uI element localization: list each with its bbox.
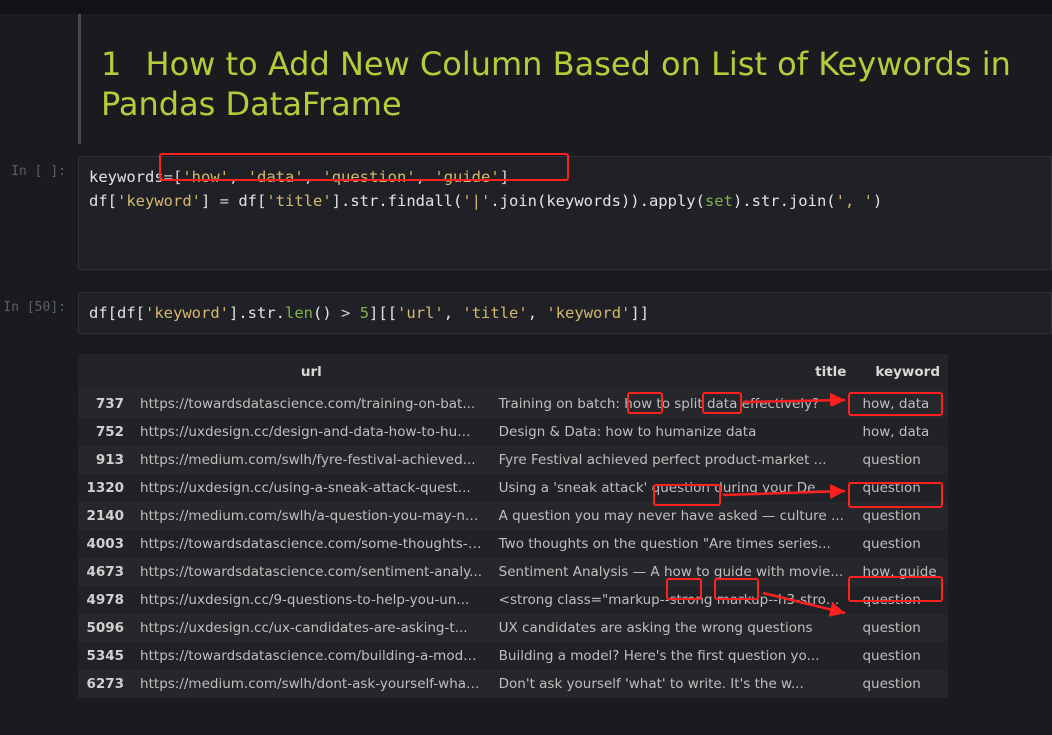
- cell-keyword: how, guide: [854, 558, 948, 586]
- token: ,: [416, 168, 435, 186]
- row-index: 1320: [78, 474, 132, 502]
- col-url: url: [132, 354, 491, 390]
- cell-title: A question you may never have asked — cu…: [491, 502, 855, 530]
- table-row: 913https://medium.com/swlh/fyre-festival…: [78, 446, 948, 474]
- cell-url: https://towardsdatascience.com/some-thou…: [132, 530, 491, 558]
- cell-title: Two thoughts on the question "Are times …: [491, 530, 855, 558]
- cell-keyword: question: [854, 642, 948, 670]
- row-index: 5345: [78, 642, 132, 670]
- cell-url: https://towardsdatascience.com/sentiment…: [132, 558, 491, 586]
- row-index: 752: [78, 418, 132, 446]
- cell-keyword: question: [854, 530, 948, 558]
- cell-url: https://towardsdatascience.com/training-…: [132, 390, 491, 418]
- token: 'how': [182, 168, 229, 186]
- row-index: 2140: [78, 502, 132, 530]
- dataframe-output: url title keyword 737https://towardsdata…: [78, 354, 1052, 698]
- heading-number: 1: [101, 45, 121, 83]
- row-index: 5096: [78, 614, 132, 642]
- cell-keyword: how, data: [854, 418, 948, 446]
- cell-url: https://medium.com/swlh/fyre-festival-ac…: [132, 446, 491, 474]
- row-index: 913: [78, 446, 132, 474]
- table-row: 4673https://towardsdatascience.com/senti…: [78, 558, 948, 586]
- cell-keyword: how, data: [854, 390, 948, 418]
- table-row: 4003https://towardsdatascience.com/some-…: [78, 530, 948, 558]
- token: ]: [500, 168, 509, 186]
- cell-title: Training on batch: how to split data eff…: [491, 390, 855, 418]
- table-header-row: url title keyword: [78, 354, 948, 390]
- cell-title: UX candidates are asking the wrong quest…: [491, 614, 855, 642]
- cell-url: https://medium.com/swlh/a-question-you-m…: [132, 502, 491, 530]
- table-row: 4978https://uxdesign.cc/9-questions-to-h…: [78, 586, 948, 614]
- token: [: [173, 168, 182, 186]
- cell-title: Sentiment Analysis — A how to guide with…: [491, 558, 855, 586]
- cell-keyword: question: [854, 586, 948, 614]
- code-cell-2: In [50]: df[df['keyword'].str.len() > 5]…: [0, 292, 1052, 334]
- table-row: 1320https://uxdesign.cc/using-a-sneak-at…: [78, 474, 948, 502]
- cell-title: <strong class="markup--strong markup--h3…: [491, 586, 855, 614]
- token: ,: [229, 168, 248, 186]
- cell-url: https://medium.com/swlh/dont-ask-yoursel…: [132, 670, 491, 698]
- code-input[interactable]: df[df['keyword'].str.len() > 5][['url', …: [78, 292, 1052, 334]
- token: keywords: [89, 168, 164, 186]
- cell-keyword: question: [854, 446, 948, 474]
- index-header: [78, 354, 132, 390]
- cell-keyword: question: [854, 474, 948, 502]
- cell-title: Design & Data: how to humanize data: [491, 418, 855, 446]
- cell-url: https://uxdesign.cc/9-questions-to-help-…: [132, 586, 491, 614]
- code-line: df[: [89, 192, 117, 210]
- cell-url: https://uxdesign.cc/using-a-sneak-attack…: [132, 474, 491, 502]
- cell-title: Using a 'sneak attack' question during y…: [491, 474, 855, 502]
- row-index: 737: [78, 390, 132, 418]
- token: ,: [304, 168, 323, 186]
- heading-title: How to Add New Column Based on List of K…: [101, 45, 1011, 123]
- code-cell-1: In [ ]: keywords=['how', 'data', 'questi…: [0, 156, 1052, 270]
- cell-keyword: question: [854, 614, 948, 642]
- token: 'data': [248, 168, 304, 186]
- heading-block: 1 How to Add New Column Based on List of…: [78, 14, 1052, 144]
- table-row: 2140https://medium.com/swlh/a-question-y…: [78, 502, 948, 530]
- col-keyword: keyword: [854, 354, 948, 390]
- table-row: 5345https://towardsdatascience.com/build…: [78, 642, 948, 670]
- cell-prompt: In [50]:: [0, 292, 78, 334]
- token: 'guide': [434, 168, 499, 186]
- token: 'question': [322, 168, 415, 186]
- cell-url: https://uxdesign.cc/design-and-data-how-…: [132, 418, 491, 446]
- token: =: [164, 168, 173, 186]
- col-title: title: [491, 354, 855, 390]
- table-row: 737https://towardsdatascience.com/traini…: [78, 390, 948, 418]
- cell-keyword: question: [854, 670, 948, 698]
- cell-title: Don't ask yourself 'what' to write. It's…: [491, 670, 855, 698]
- heading: 1 How to Add New Column Based on List of…: [101, 44, 1022, 124]
- table-row: 6273https://medium.com/swlh/dont-ask-you…: [78, 670, 948, 698]
- dataframe-table: url title keyword 737https://towardsdata…: [78, 354, 948, 698]
- row-index: 4978: [78, 586, 132, 614]
- row-index: 4673: [78, 558, 132, 586]
- cell-keyword: question: [854, 502, 948, 530]
- code-input[interactable]: keywords=['how', 'data', 'question', 'gu…: [78, 156, 1052, 270]
- cell-url: https://towardsdatascience.com/building-…: [132, 642, 491, 670]
- cell-url: https://uxdesign.cc/ux-candidates-are-as…: [132, 614, 491, 642]
- table-row: 752https://uxdesign.cc/design-and-data-h…: [78, 418, 948, 446]
- row-index: 6273: [78, 670, 132, 698]
- cell-title: Fyre Festival achieved perfect product-m…: [491, 446, 855, 474]
- table-row: 5096https://uxdesign.cc/ux-candidates-ar…: [78, 614, 948, 642]
- cell-prompt: In [ ]:: [0, 156, 78, 270]
- cell-title: Building a model? Here's the first quest…: [491, 642, 855, 670]
- row-index: 4003: [78, 530, 132, 558]
